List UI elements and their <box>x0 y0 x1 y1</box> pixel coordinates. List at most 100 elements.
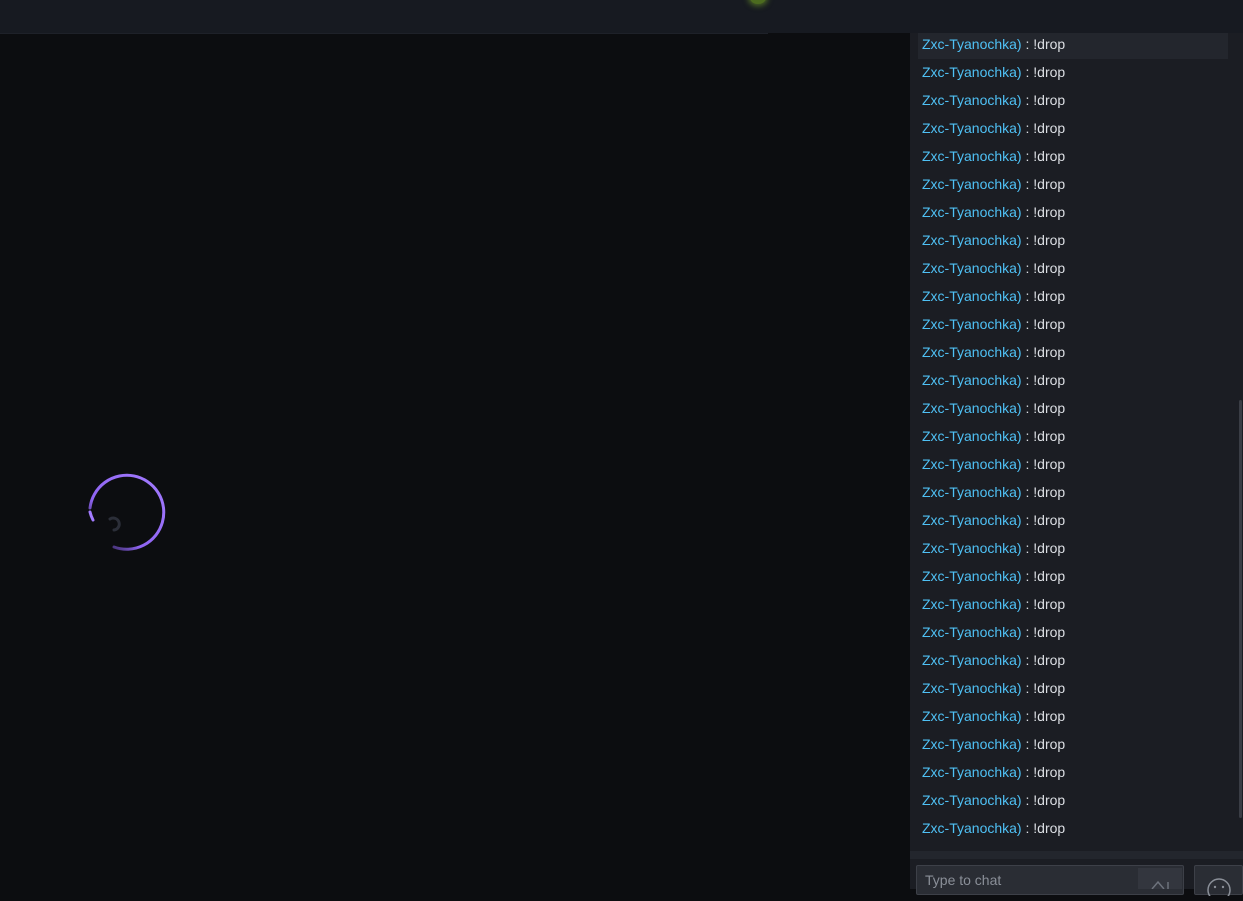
chat-separator: : <box>1021 260 1034 276</box>
chat-separator: : <box>1021 736 1034 752</box>
chat-username[interactable]: Zxc-Tyanochka) <box>922 736 1022 752</box>
chat-message: Zxc-Tyanochka) : !drop <box>918 761 1228 787</box>
chat-username[interactable]: Zxc-Tyanochka) <box>922 260 1022 276</box>
chat-separator: : <box>1021 400 1034 416</box>
chat-separator: : <box>1021 36 1034 52</box>
video-player[interactable] <box>0 34 910 889</box>
chat-username[interactable]: Zxc-Tyanochka) <box>922 288 1022 304</box>
chat-message-text: !drop <box>1033 428 1066 444</box>
chat-message-text: !drop <box>1033 764 1066 780</box>
chat-username[interactable]: Zxc-Tyanochka) <box>922 428 1022 444</box>
chat-message: Zxc-Tyanochka) : !drop <box>918 677 1228 703</box>
chat-message-text: !drop <box>1033 484 1066 500</box>
chat-separator: : <box>1021 456 1034 472</box>
chat-username[interactable]: Zxc-Tyanochka) <box>922 316 1022 332</box>
chat-username[interactable]: Zxc-Tyanochka) <box>922 484 1022 500</box>
chat-message: Zxc-Tyanochka) : !drop <box>918 593 1228 619</box>
chat-username[interactable]: Zxc-Tyanochka) <box>922 344 1022 360</box>
send-button[interactable] <box>1138 868 1182 890</box>
chat-separator: : <box>1021 288 1034 304</box>
chat-message-text: !drop <box>1033 316 1066 332</box>
chat-message-text: !drop <box>1033 708 1066 724</box>
chat-message-text: !drop <box>1033 288 1066 304</box>
chat-username[interactable]: Zxc-Tyanochka) <box>922 540 1022 556</box>
chat-separator: : <box>1021 204 1034 220</box>
chat-username[interactable]: Zxc-Tyanochka) <box>922 372 1022 388</box>
chat-message: Zxc-Tyanochka) : !drop <box>918 425 1228 451</box>
chat-message: Zxc-Tyanochka) : !drop <box>918 257 1228 283</box>
chat-username[interactable]: Zxc-Tyanochka) <box>922 204 1022 220</box>
chat-message-text: !drop <box>1033 204 1066 220</box>
chat-username[interactable]: Zxc-Tyanochka) <box>922 708 1022 724</box>
chat-message: Zxc-Tyanochka) : !drop <box>918 89 1228 115</box>
chat-message-text: !drop <box>1033 596 1066 612</box>
chat-divider <box>910 851 1243 859</box>
chat-separator: : <box>1021 372 1034 388</box>
chat-separator: : <box>1021 232 1034 248</box>
chat-message-text: !drop <box>1033 652 1066 668</box>
chat-separator: : <box>1021 540 1034 556</box>
chat-username[interactable]: Zxc-Tyanochka) <box>922 792 1022 808</box>
chat-message-text: !drop <box>1033 680 1066 696</box>
chat-username[interactable]: Zxc-Tyanochka) <box>922 764 1022 780</box>
chat-message: Zxc-Tyanochka) : !drop <box>918 481 1228 507</box>
chat-username[interactable]: Zxc-Tyanochka) <box>922 680 1022 696</box>
chat-username[interactable]: Zxc-Tyanochka) <box>922 92 1022 108</box>
chat-username[interactable]: Zxc-Tyanochka) <box>922 148 1022 164</box>
chat-separator: : <box>1021 624 1034 640</box>
chat-message: Zxc-Tyanochka) : !drop <box>918 705 1228 731</box>
chat-message-text: !drop <box>1033 176 1066 192</box>
chat-message: Zxc-Tyanochka) : !drop <box>918 733 1228 759</box>
chat-message: Zxc-Tyanochka) : !drop <box>918 33 1228 59</box>
chat-separator: : <box>1021 176 1034 192</box>
emoji-button[interactable] <box>1194 865 1243 901</box>
send-icon <box>1151 880 1169 890</box>
chat-username[interactable]: Zxc-Tyanochka) <box>922 400 1022 416</box>
chat-username[interactable]: Zxc-Tyanochka) <box>922 624 1022 640</box>
loading-spinner-icon <box>88 473 166 551</box>
chat-message: Zxc-Tyanochka) : !drop <box>918 453 1228 479</box>
chat-message: Zxc-Tyanochka) : !drop <box>918 61 1228 87</box>
chat-message: Zxc-Tyanochka) : !drop <box>918 201 1228 227</box>
chat-message: Zxc-Tyanochka) : !drop <box>918 341 1228 367</box>
chat-username[interactable]: Zxc-Tyanochka) <box>922 512 1022 528</box>
chat-username[interactable]: Zxc-Tyanochka) <box>922 176 1022 192</box>
chat-separator: : <box>1021 512 1034 528</box>
chat-username[interactable]: Zxc-Tyanochka) <box>922 652 1022 668</box>
chat-username[interactable]: Zxc-Tyanochka) <box>922 120 1022 136</box>
chat-separator: : <box>1021 64 1034 80</box>
chat-message-text: !drop <box>1033 540 1066 556</box>
chat-message: Zxc-Tyanochka) : !drop <box>918 173 1228 199</box>
chat-message-text: !drop <box>1033 92 1066 108</box>
chat-separator: : <box>1021 428 1034 444</box>
chat-message-text: !drop <box>1033 260 1066 276</box>
chat-scrollbar[interactable] <box>1239 400 1242 818</box>
chat-message-text: !drop <box>1033 232 1066 248</box>
chat-username[interactable]: Zxc-Tyanochka) <box>922 820 1022 836</box>
smiley-icon <box>1207 878 1231 901</box>
chat-message: Zxc-Tyanochka) : !drop <box>918 649 1228 675</box>
chat-separator: : <box>1021 652 1034 668</box>
chat-message: Zxc-Tyanochka) : !drop <box>918 285 1228 311</box>
chat-message: Zxc-Tyanochka) : !drop <box>918 145 1228 171</box>
chat-message: Zxc-Tyanochka) : !drop <box>918 369 1228 395</box>
chat-message: Zxc-Tyanochka) : !drop <box>918 397 1228 423</box>
chat-message-text: !drop <box>1033 344 1066 360</box>
chat-message-text: !drop <box>1033 792 1066 808</box>
chat-message: Zxc-Tyanochka) : !drop <box>918 817 1228 843</box>
chat-message-text: !drop <box>1033 372 1066 388</box>
chat-username[interactable]: Zxc-Tyanochka) <box>922 596 1022 612</box>
chat-separator: : <box>1021 792 1034 808</box>
chat-separator: : <box>1021 148 1034 164</box>
chat-username[interactable]: Zxc-Tyanochka) <box>922 36 1022 52</box>
chat-separator: : <box>1021 568 1034 584</box>
chat-username[interactable]: Zxc-Tyanochka) <box>922 456 1022 472</box>
chat-username[interactable]: Zxc-Tyanochka) <box>922 568 1022 584</box>
chat-header-bar <box>768 0 1243 33</box>
chat-message-text: !drop <box>1033 456 1066 472</box>
chat-message-text: !drop <box>1033 820 1066 836</box>
top-navigation-bar <box>0 0 768 34</box>
chat-username[interactable]: Zxc-Tyanochka) <box>922 232 1022 248</box>
chat-message-text: !drop <box>1033 512 1066 528</box>
chat-username[interactable]: Zxc-Tyanochka) <box>922 64 1022 80</box>
